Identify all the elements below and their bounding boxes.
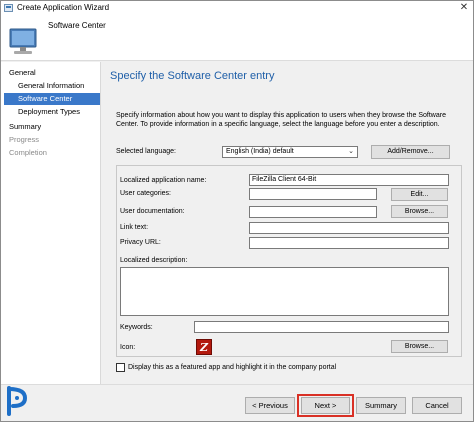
prajwal-desai-logo-icon bbox=[7, 386, 28, 416]
selected-language-dropdown[interactable]: English (India) default ⌄ bbox=[222, 146, 358, 158]
add-remove-button[interactable]: Add/Remove... bbox=[371, 145, 450, 159]
user-categories-input[interactable] bbox=[249, 188, 377, 200]
filezilla-icon-glyph: Z bbox=[200, 341, 209, 354]
computer-monitor-icon bbox=[9, 28, 37, 54]
privacy-url-label: Privacy URL: bbox=[120, 239, 161, 246]
localized-name-input[interactable]: FileZilla Client 64-Bit bbox=[249, 174, 449, 186]
nav-item-progress: Progress bbox=[9, 135, 40, 144]
wizard-app-icon bbox=[4, 4, 13, 12]
nav-item-summary[interactable]: Summary bbox=[9, 121, 41, 133]
filezilla-app-icon: Z bbox=[196, 339, 212, 355]
user-documentation-label: User documentation: bbox=[120, 208, 185, 215]
nav-item-software-center[interactable]: Software Center bbox=[4, 93, 100, 105]
selected-language-label: Selected language: bbox=[116, 148, 176, 155]
user-documentation-input[interactable] bbox=[249, 206, 377, 218]
keywords-label: Keywords: bbox=[120, 324, 153, 331]
localized-description-label: Localized description: bbox=[120, 257, 188, 264]
nav-item-deployment-types[interactable]: Deployment Types bbox=[18, 106, 80, 118]
close-button[interactable]: ✕ bbox=[456, 1, 472, 15]
window-title: Create Application Wizard bbox=[17, 3, 110, 12]
previous-button[interactable]: < Previous bbox=[245, 397, 295, 414]
icon-label: Icon: bbox=[120, 344, 136, 351]
next-button[interactable]: Next > bbox=[301, 397, 350, 414]
localized-name-label: Localized application name: bbox=[120, 177, 207, 184]
wizard-nav-pane: General General Information Software Cen… bbox=[1, 62, 101, 384]
page-title: Specify the Software Center entry bbox=[110, 70, 275, 82]
featured-app-label: Display this as a featured app and highl… bbox=[128, 364, 337, 371]
keywords-input[interactable] bbox=[194, 321, 449, 333]
nav-item-general: General bbox=[9, 68, 36, 77]
link-text-input[interactable] bbox=[249, 222, 449, 234]
browse-documentation-button[interactable]: Browse... bbox=[391, 205, 448, 218]
featured-app-checkbox[interactable] bbox=[116, 363, 125, 372]
browse-icon-button[interactable]: Browse... bbox=[391, 340, 448, 353]
header-title: Software Center bbox=[48, 21, 106, 30]
cancel-button[interactable]: Cancel bbox=[412, 397, 462, 414]
chevron-down-icon: ⌄ bbox=[348, 148, 354, 155]
localized-description-textarea[interactable] bbox=[120, 267, 449, 316]
selected-language-value: English (India) default bbox=[226, 148, 294, 155]
link-text-label: Link text: bbox=[120, 224, 149, 231]
page-description: Specify information about how you want t… bbox=[116, 112, 446, 128]
edit-categories-button[interactable]: Edit... bbox=[391, 188, 448, 201]
nav-item-general-information[interactable]: General Information bbox=[18, 80, 84, 92]
summary-button[interactable]: Summary bbox=[356, 397, 406, 414]
nav-item-completion: Completion bbox=[9, 148, 47, 157]
privacy-url-input[interactable] bbox=[249, 237, 449, 249]
user-categories-label: User categories: bbox=[120, 190, 171, 197]
